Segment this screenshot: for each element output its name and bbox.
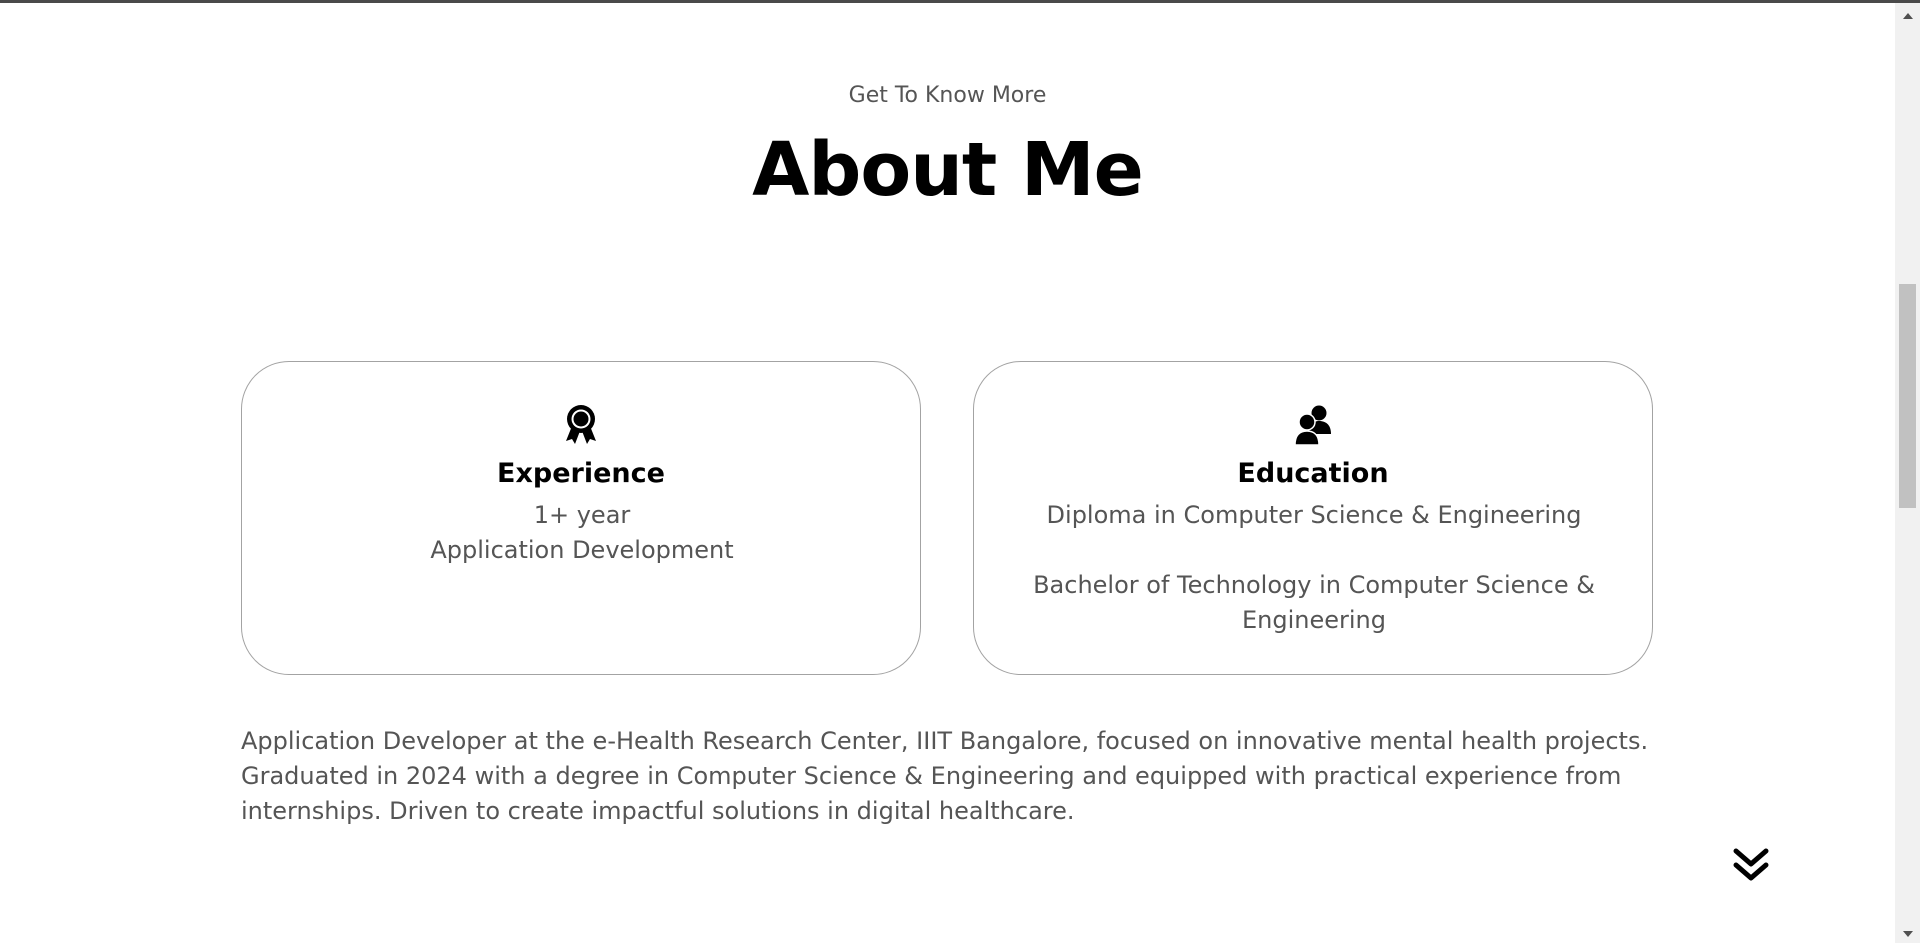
experience-field: Application Development bbox=[430, 536, 734, 564]
education-card: Education Diploma in Computer Science & … bbox=[973, 361, 1653, 675]
experience-card: Experience 1+ year Application Developme… bbox=[241, 361, 921, 675]
experience-duration: 1+ year bbox=[533, 501, 631, 529]
education-diploma: Diploma in Computer Science & Engineerin… bbox=[1046, 501, 1582, 529]
vertical-scrollbar[interactable] bbox=[1895, 3, 1920, 943]
section-subtitle: Get To Know More bbox=[848, 83, 1047, 108]
education-title: Education bbox=[1237, 458, 1389, 489]
about-section: Get To Know More About Me Experience 1+ … bbox=[0, 3, 1895, 943]
about-description: Application Developer at the e-Health Re… bbox=[241, 727, 1649, 825]
users-icon bbox=[974, 404, 1652, 446]
experience-title: Experience bbox=[497, 458, 665, 489]
scroll-down-arrow-icon[interactable] bbox=[1895, 924, 1920, 943]
section-title: About Me bbox=[752, 127, 1144, 213]
scroll-next-button[interactable] bbox=[1732, 847, 1770, 885]
education-bachelor: Bachelor of Technology in Computer Scien… bbox=[1033, 571, 1595, 634]
award-icon bbox=[242, 404, 920, 446]
page: Get To Know More About Me Experience 1+ … bbox=[0, 0, 1920, 943]
double-chevron-down-icon bbox=[1733, 848, 1769, 881]
scrollbar-thumb[interactable] bbox=[1899, 284, 1916, 508]
scroll-up-arrow-icon[interactable] bbox=[1895, 6, 1920, 26]
